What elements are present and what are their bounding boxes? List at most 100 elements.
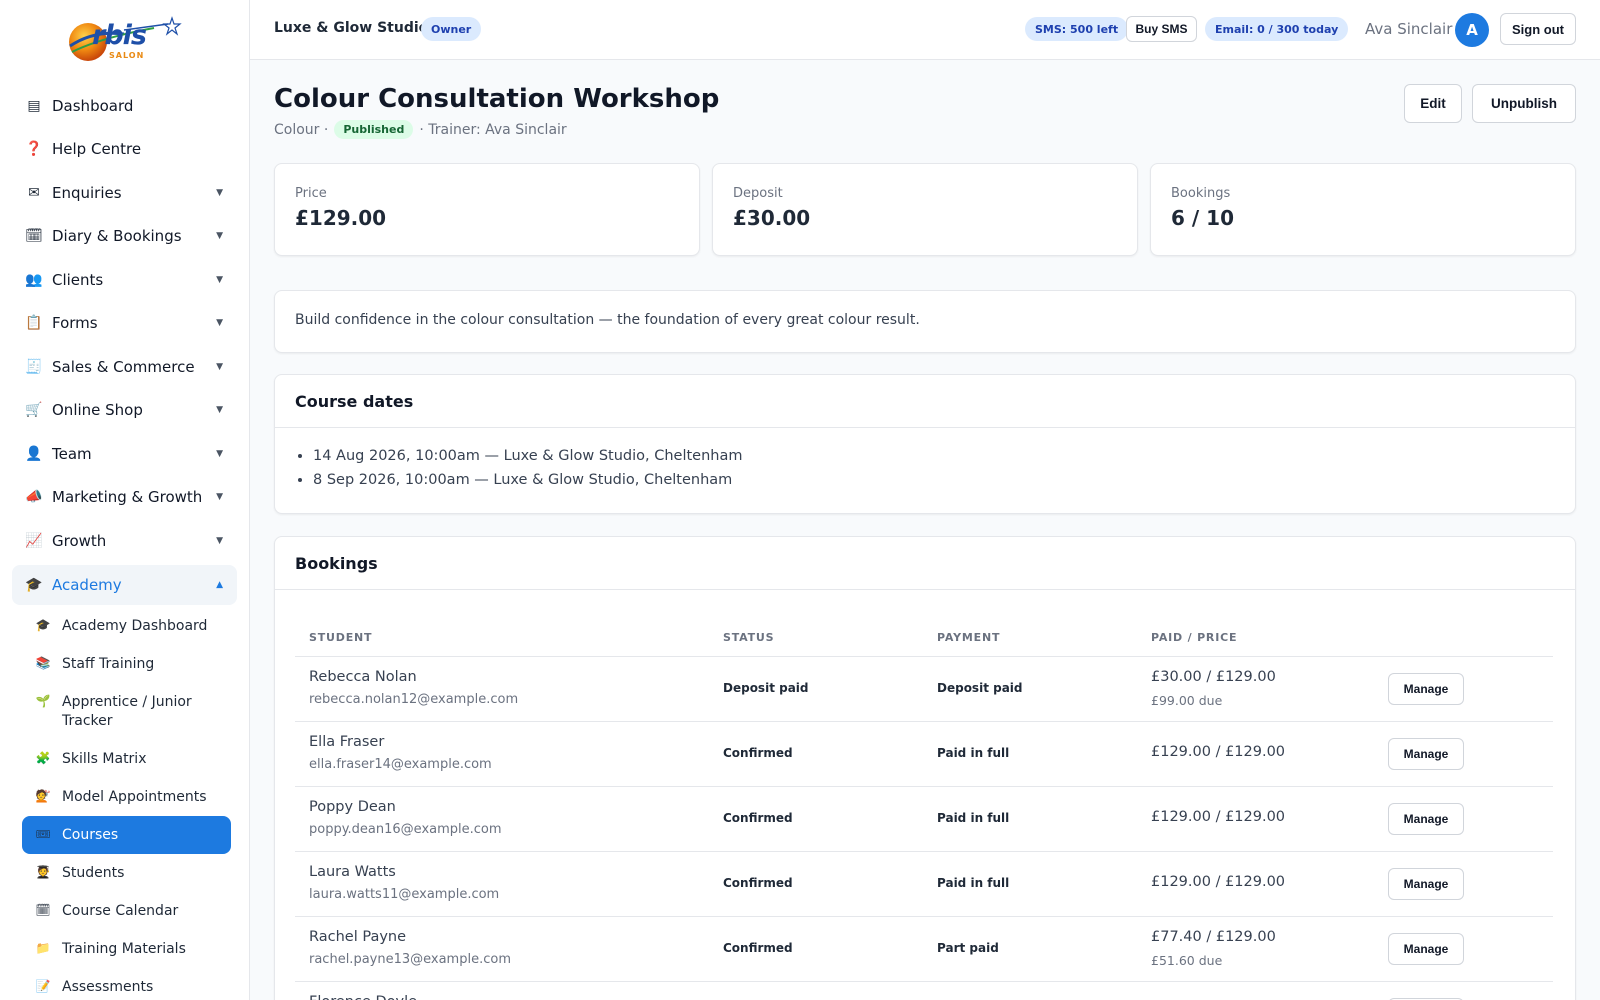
unpublish-button[interactable]: Unpublish <box>1472 84 1576 123</box>
payment-status: Part paid <box>937 941 999 955</box>
payment-status: Paid in full <box>937 876 1010 890</box>
sidebar-subitem-assessments[interactable]: 📝 Assessments <box>0 968 249 1000</box>
logo-subtitle: SALON <box>109 51 145 60</box>
manage-button[interactable]: Manage <box>1388 868 1464 900</box>
sidebar-item-enquiries[interactable]: ✉ Enquiries ▼ <box>0 171 249 215</box>
manage-button[interactable]: Manage <box>1388 738 1464 770</box>
course-meta: Colour · Published · Trainer: Ava Sincla… <box>274 120 567 139</box>
student-email: ella.fraser14@example.com <box>309 757 492 772</box>
sidebar-item-label: Online Shop <box>52 401 143 420</box>
chevron-down-icon: ▼ <box>216 274 223 285</box>
sidebar-item-label: Help Centre <box>52 140 142 159</box>
table-row: Ella Fraser ella.fraser14@example.com Conf… <box>295 722 1553 787</box>
course-category: Colour · <box>274 121 329 138</box>
sidebar-item-team[interactable]: 👤 Team ▼ <box>0 432 249 476</box>
card-title: Bookings <box>275 537 1575 590</box>
sidebar-item-label: Dashboard <box>52 96 134 115</box>
graduation-cap-icon: 🎓 <box>25 576 43 593</box>
sidebar-subitem-course-calendar[interactable]: 🗓 Course Calendar <box>0 892 249 930</box>
stat-card-bookings: Bookings 6 / 10 <box>1150 163 1576 256</box>
column-header-payment: PAYMENT <box>937 631 1001 644</box>
sidebar-subitem-staff-training[interactable]: 📚 Staff Training <box>0 645 249 683</box>
sidebar-item-sales-commerce[interactable]: 🧾 Sales & Commerce ▼ <box>0 345 249 389</box>
course-dates-list: 14 Aug 2026, 10:00am — Luxe & Glow Studi… <box>275 428 1575 488</box>
course-dates-card: Course dates 14 Aug 2026, 10:00am — Luxe… <box>274 374 1576 514</box>
sidebar-item-diary-bookings[interactable]: 🗓 Diary & Bookings ▼ <box>0 215 249 259</box>
paid-price: £129.00 / £129.00 <box>1151 744 1286 760</box>
chevron-down-icon: ▼ <box>216 187 223 198</box>
sidebar-item-dashboard[interactable]: ▤ Dashboard <box>0 84 249 128</box>
email-quota-badge: Email: 0 / 300 today <box>1205 17 1349 41</box>
top-bar: Luxe & Glow Studio Owner SMS: 500 left B… <box>250 0 1600 60</box>
bookings-table: STUDENT STATUS PAYMENT PAID / PRICE Rebe… <box>295 619 1553 1000</box>
chevron-down-icon: ▼ <box>216 535 223 546</box>
column-header-student: STUDENT <box>309 631 373 644</box>
student-email: rachel.payne13@example.com <box>309 952 511 967</box>
sidebar-item-label: Academy <box>52 575 122 594</box>
manage-button[interactable]: Manage <box>1388 933 1464 965</box>
sign-out-button[interactable]: Sign out <box>1500 13 1576 45</box>
sidebar-subitem-apprentice-junior-tracker[interactable]: 🌱 Apprentice / Junior Tracker <box>0 683 249 740</box>
team-icon: 👤 <box>25 445 43 462</box>
paid-price: £129.00 / £129.00 <box>1151 809 1286 825</box>
sidebar-item-forms[interactable]: 📋 Forms ▼ <box>0 302 249 346</box>
edit-button[interactable]: Edit <box>1404 84 1462 123</box>
books-icon: 📚 <box>35 655 51 670</box>
student-name: Ella Fraser <box>309 734 385 750</box>
dashboard-icon: ▤ <box>27 97 41 114</box>
column-header-status: STATUS <box>723 631 775 644</box>
payment-status: Deposit paid <box>937 681 1023 695</box>
amount-due: £51.60 due <box>1151 953 1223 968</box>
logo-wordmark: rbis <box>92 20 147 51</box>
sidebar-subitem-courses[interactable]: 🎟 Courses <box>22 815 231 854</box>
list-item: 8 Sep 2026, 10:00am — Luxe & Glow Studio… <box>313 472 1575 488</box>
sidebar-subitem-students[interactable]: 🧑‍🎓 Students <box>0 854 249 892</box>
clipboard-icon: 📋 <box>25 315 43 332</box>
sidebar-subitem-label: Skills Matrix <box>62 750 147 767</box>
sidebar-item-academy[interactable]: 🎓 Academy ▲ <box>12 564 237 605</box>
bookings-card: Bookings STUDENT STATUS PAYMENT PAID / P… <box>274 536 1576 1000</box>
page-title: Colour Consultation Workshop <box>274 84 720 114</box>
receipt-icon: 🧾 <box>25 358 43 375</box>
stat-value: 6 / 10 <box>1171 206 1234 230</box>
student-name: Laura Watts <box>309 864 396 880</box>
stat-label: Price <box>295 186 327 201</box>
buy-sms-button[interactable]: Buy SMS <box>1126 16 1197 42</box>
student-name: Poppy Dean <box>309 799 396 815</box>
paid-price: £77.40 / £129.00 <box>1151 929 1276 945</box>
paid-price: £129.00 / £129.00 <box>1151 874 1286 890</box>
sidebar-item-help-centre[interactable]: ❓ Help Centre <box>0 128 249 172</box>
table-row: Rachel Payne rachel.payne13@example.com Co… <box>295 917 1553 982</box>
sidebar-subitem-model-appointments[interactable]: 💇 Model Appointments <box>0 778 249 816</box>
manage-button[interactable]: Manage <box>1388 673 1464 705</box>
calendar-icon: 🗓 <box>35 902 51 917</box>
sidebar-item-label: Forms <box>52 314 98 333</box>
sidebar-subitem-academy-dashboard[interactable]: 🎓 Academy Dashboard <box>0 607 249 645</box>
list-item: 14 Aug 2026, 10:00am — Luxe & Glow Studi… <box>313 448 1575 464</box>
main-nav: ▤ Dashboard ❓ Help Centre ✉ Enquiries ▼ 🗓 Diary … <box>0 84 249 563</box>
booking-status: Confirmed <box>723 941 793 955</box>
paid-price: £30.00 / £129.00 <box>1151 669 1276 685</box>
sidebar-item-growth[interactable]: 📈 Growth ▼ <box>0 519 249 563</box>
orbis-salon-logo[interactable]: rbis SALON <box>0 0 249 84</box>
sidebar-subitem-training-materials[interactable]: 📁 Training Materials <box>0 930 249 968</box>
manage-button[interactable]: Manage <box>1388 803 1464 835</box>
chevron-down-icon: ▼ <box>216 492 223 503</box>
course-trainer: · Trainer: Ava Sinclair <box>419 121 567 138</box>
sidebar-item-label: Diary & Bookings <box>52 227 182 246</box>
sidebar-item-online-shop[interactable]: 🛒 Online Shop ▼ <box>0 389 249 433</box>
booking-status: Confirmed <box>723 811 793 825</box>
sidebar-subitem-label: Courses <box>62 826 119 843</box>
clients-icon: 👥 <box>25 271 43 288</box>
amount-due: £99.00 due <box>1151 693 1223 708</box>
sidebar-subitem-skills-matrix[interactable]: 🧩 Skills Matrix <box>0 740 249 778</box>
stat-label: Bookings <box>1171 186 1231 201</box>
sidebar-item-clients[interactable]: 👥 Clients ▼ <box>0 258 249 302</box>
sidebar-item-marketing-growth[interactable]: 📣 Marketing & Growth ▼ <box>0 476 249 520</box>
envelope-icon: ✉ <box>28 184 40 201</box>
description-card: Build confidence in the colour consultat… <box>274 290 1576 353</box>
table-row: Laura Watts laura.watts11@example.com Conf… <box>295 852 1553 917</box>
stat-card-price: Price £129.00 <box>274 163 700 256</box>
avatar[interactable]: A <box>1455 13 1489 47</box>
chevron-down-icon: ▼ <box>216 405 223 416</box>
